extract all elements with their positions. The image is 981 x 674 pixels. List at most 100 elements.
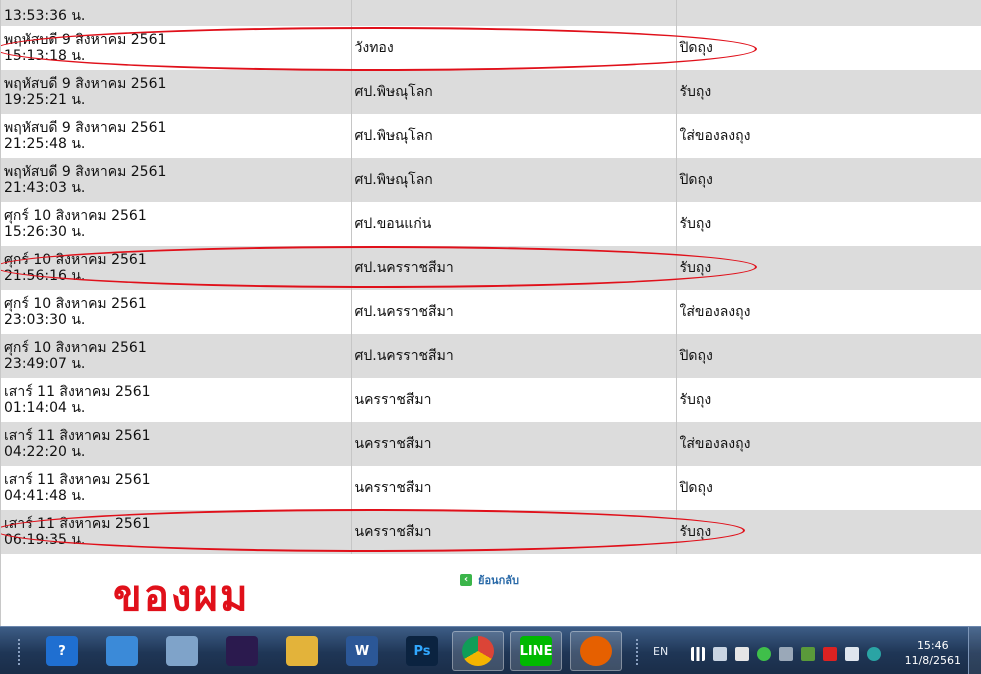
date-time-cell: พฤหัสบดี 9 สิงหาคม 2561 19:25:21 น. xyxy=(1,70,352,114)
date-time-cell: ศุกร์ 10 สิงหาคม 2561 23:03:30 น. xyxy=(1,290,352,334)
network-error-icon[interactable] xyxy=(713,647,727,661)
taskbar-button[interactable] xyxy=(276,631,328,671)
date-time-cell: เสาร์ 11 สิงหาคม 2561 01:14:04 น. xyxy=(1,378,352,422)
date-text: พฤหัสบดี 9 สิงหาคม 2561 xyxy=(4,164,167,180)
status-cell: รับถุง xyxy=(676,70,981,114)
photo-viewer-icon xyxy=(106,636,138,666)
status-cell: รับถุง xyxy=(676,246,981,290)
table-row: ศุกร์ 10 สิงหาคม 2561 23:49:07 น. ศป.นครรา… xyxy=(1,334,981,378)
taskbar-grip[interactable] xyxy=(18,639,24,665)
time-text: 13:53:36 น. xyxy=(4,8,86,24)
date-text: เสาร์ 11 สิงหาคม 2561 xyxy=(4,516,151,532)
table-row: เสาร์ 11 สิงหาคม 2561 04:41:48 น. นครราชสี… xyxy=(1,466,981,510)
taskbar-button[interactable]: W xyxy=(336,631,388,671)
date-time-cell: 13:53:36 น. xyxy=(1,0,352,26)
word-icon: W xyxy=(346,636,378,666)
media-player-icon xyxy=(226,636,258,666)
table-row: 13:53:36 น. xyxy=(1,0,981,26)
date-text: พฤหัสบดี 9 สิงหาคม 2561 xyxy=(4,76,167,92)
time-text: 23:49:07 น. xyxy=(4,356,86,372)
upload-icon[interactable] xyxy=(823,647,837,661)
status-cell: ใส่ของลงถุง xyxy=(676,290,981,334)
status-cell: ปิดถุง xyxy=(676,158,981,202)
date-time-cell: ศุกร์ 10 สิงหาคม 2561 21:56:16 น. xyxy=(1,246,352,290)
taskbar-button[interactable] xyxy=(156,631,208,671)
date-text: ศุกร์ 10 สิงหาคม 2561 xyxy=(4,252,147,268)
table-row: เสาร์ 11 สิงหาคม 2561 01:14:04 น. นครราชสี… xyxy=(1,378,981,422)
usb-icon[interactable] xyxy=(735,647,749,661)
time-text: 06:19:35 น. xyxy=(4,532,86,548)
back-arrow-icon: ‹ xyxy=(460,574,472,586)
date-text: ศุกร์ 10 สิงหาคม 2561 xyxy=(4,340,147,356)
volume-icon[interactable] xyxy=(845,647,859,661)
time-text: 19:25:21 น. xyxy=(4,92,86,108)
date-text: พฤหัสบดี 9 สิงหาคม 2561 xyxy=(4,120,167,136)
location-cell: ศป.นครราชสีมา xyxy=(351,246,677,290)
taskbar-button[interactable] xyxy=(96,631,148,671)
location-cell: วังทอง xyxy=(351,26,677,70)
clock-time: 15:46 xyxy=(916,639,949,652)
date-text: ศุกร์ 10 สิงหาคม 2561 xyxy=(4,208,147,224)
date-time-cell: เสาร์ 11 สิงหาคม 2561 06:19:35 น. xyxy=(1,510,352,554)
photoshop-icon: Ps xyxy=(406,636,438,666)
status-cell xyxy=(676,0,981,26)
status-cell: ปิดถุง xyxy=(676,334,981,378)
table-row: ศุกร์ 10 สิงหาคม 2561 15:26:30 น. ศป.ขอนแก… xyxy=(1,202,981,246)
firefox-icon xyxy=(580,636,612,666)
status-cell: ปิดถุง xyxy=(676,26,981,70)
time-text: 21:56:16 น. xyxy=(4,268,86,284)
signal-icon[interactable] xyxy=(691,647,705,661)
date-time-cell: ศุกร์ 10 สิงหาคม 2561 23:49:07 น. xyxy=(1,334,352,378)
table-row: เสาร์ 11 สิงหาคม 2561 06:19:35 น. นครราชสี… xyxy=(1,510,981,554)
browser-tray-icon[interactable] xyxy=(867,647,881,661)
time-text: 01:14:04 น. xyxy=(4,400,86,416)
date-time-cell: เสาร์ 11 สิงหาคม 2561 04:41:48 น. xyxy=(1,466,352,510)
location-cell: นครราชสีมา xyxy=(351,510,677,554)
location-cell: นครราชสีมา xyxy=(351,466,677,510)
date-text: เสาร์ 11 สิงหาคม 2561 xyxy=(4,384,151,400)
help-app-icon: ? xyxy=(46,636,78,666)
date-time-cell: พฤหัสบดี 9 สิงหาคม 2561 15:13:18 น. xyxy=(1,26,352,70)
location-cell: ศป.พิษณุโลก xyxy=(351,114,677,158)
taskbar-button[interactable] xyxy=(216,631,268,671)
clock-date: 11/8/2561 xyxy=(904,654,961,667)
language-indicator[interactable]: EN xyxy=(653,645,668,658)
chrome-icon xyxy=(462,636,494,666)
date-time-cell: พฤหัสบดี 9 สิงหาคม 2561 21:43:03 น. xyxy=(1,158,352,202)
status-cell: รับถุง xyxy=(676,378,981,422)
time-text: 21:25:48 น. xyxy=(4,136,86,152)
location-cell xyxy=(351,0,677,26)
location-cell: ศป.พิษณุโลก xyxy=(351,70,677,114)
table-row: ศุกร์ 10 สิงหาคม 2561 21:56:16 น. ศป.นครรา… xyxy=(1,246,981,290)
location-cell: ศป.ขอนแก่น xyxy=(351,202,677,246)
taskbar-button[interactable] xyxy=(570,631,622,671)
shield-icon[interactable] xyxy=(801,647,815,661)
graph-icon[interactable] xyxy=(779,647,793,661)
system-tray: EN 15:46 11/8/2561 xyxy=(641,627,981,674)
status-cell: ใส่ของลงถุง xyxy=(676,114,981,158)
taskbar-button[interactable] xyxy=(452,631,504,671)
time-text: 15:26:30 น. xyxy=(4,224,86,240)
time-text: 04:22:20 น. xyxy=(4,444,86,460)
location-cell: นครราชสีมา xyxy=(351,378,677,422)
date-text: เสาร์ 11 สิงหาคม 2561 xyxy=(4,428,151,444)
annotation-text: ของผม xyxy=(113,571,250,620)
tracking-page: 13:53:36 น. พฤหัสบดี 9 สิงหาคม 2561 15:13:… xyxy=(0,0,981,626)
back-link[interactable]: ‹ ย้อนกลับ xyxy=(460,571,519,589)
location-cell: ศป.นครราชสีมา xyxy=(351,334,677,378)
clock[interactable]: 15:46 11/8/2561 xyxy=(905,638,961,668)
taskbar-button[interactable]: LINE xyxy=(510,631,562,671)
windows-taskbar: ? W Ps LINE EN 15:46 11/8/2561 xyxy=(0,626,981,674)
taskbar-button[interactable]: Ps xyxy=(396,631,448,671)
chat-icon[interactable] xyxy=(757,647,771,661)
date-text: เสาร์ 11 สิงหาคม 2561 xyxy=(4,472,151,488)
show-desktop-button[interactable] xyxy=(968,627,981,674)
time-text: 15:13:18 น. xyxy=(4,48,86,64)
time-text: 23:03:30 น. xyxy=(4,312,86,328)
taskbar-button[interactable]: ? xyxy=(36,631,88,671)
date-time-cell: ศุกร์ 10 สิงหาคม 2561 15:26:30 น. xyxy=(1,202,352,246)
table-row: พฤหัสบดี 9 สิงหาคม 2561 21:25:48 น. ศป.พิษ… xyxy=(1,114,981,158)
file-explorer-icon xyxy=(286,636,318,666)
status-cell: รับถุง xyxy=(676,510,981,554)
table-row: พฤหัสบดี 9 สิงหาคม 2561 19:25:21 น. ศป.พิษ… xyxy=(1,70,981,114)
